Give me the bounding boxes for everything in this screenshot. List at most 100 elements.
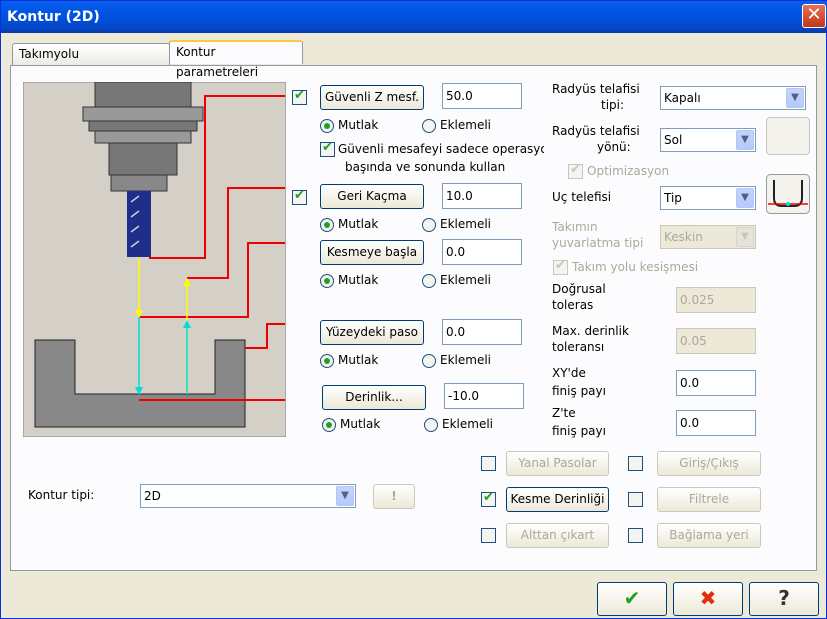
- chevron-down-icon[interactable]: ▼: [336, 486, 354, 506]
- tab-panel: Güvenli Z mesf. 50.0 Mutlak Eklemeli Güv…: [10, 65, 817, 571]
- geri-eklemeli-radio[interactable]: [422, 218, 436, 232]
- yuzey-eklemeli-radio[interactable]: [422, 354, 436, 368]
- uc-telefisi-label: Uç telefisi: [552, 190, 612, 204]
- geri-mutlak-radio[interactable]: [320, 218, 334, 232]
- kesmeye-eklemeli-radio[interactable]: [422, 274, 436, 288]
- optimizasyon-label: Optimizasyon: [587, 164, 670, 178]
- only-ops-checkbox[interactable]: [320, 140, 335, 157]
- warning-button[interactable]: !: [373, 484, 415, 509]
- yuzeydeki-paso-input[interactable]: 0.0: [442, 319, 522, 345]
- tab-kontur[interactable]: Kontur parametreleri: [169, 40, 303, 79]
- help-button[interactable]: ?: [749, 582, 819, 616]
- xy-finis-label-2: finiş payı: [552, 384, 606, 398]
- z-finis-input[interactable]: 0.0: [676, 410, 756, 436]
- derinlik-button[interactable]: Derinlik...: [322, 385, 426, 410]
- yanal-checkbox[interactable]: [481, 456, 496, 471]
- uc-telefisi-value: Tip: [664, 191, 682, 205]
- dogrusal-input[interactable]: 0.025: [676, 287, 756, 313]
- chevron-down-icon[interactable]: ▼: [786, 88, 804, 108]
- kesmeye-basla-button[interactable]: Kesmeye başla: [320, 240, 424, 265]
- radyus-tipi-label: Radyüs telafisi: [552, 82, 640, 96]
- radyus-tipi-select[interactable]: Kapalı ▼: [660, 86, 806, 110]
- optimizasyon-checkbox[interactable]: [568, 162, 583, 179]
- radyus-tipi-value: Kapalı: [664, 91, 701, 105]
- guvenli-eklemeli-radio[interactable]: [422, 119, 436, 133]
- window-title: Kontur (2D): [7, 9, 100, 25]
- chevron-down-icon[interactable]: ▼: [736, 130, 754, 150]
- filtre-checkbox[interactable]: [628, 492, 643, 507]
- uc-telefisi-select[interactable]: Tip ▼: [660, 186, 756, 210]
- xy-finis-input[interactable]: 0.0: [676, 370, 756, 396]
- kontur-tipi-select[interactable]: 2D ▼: [140, 484, 356, 508]
- z-finis-label-2: finiş payı: [552, 424, 606, 438]
- tool-tip-icon: [766, 174, 810, 214]
- giris-cikis-button[interactable]: Giriş/Çıkış: [657, 451, 761, 476]
- yuzeydeki-paso-button[interactable]: Yüzeydeki paso: [320, 320, 424, 345]
- radyus-tipi-label-2: tipi:: [601, 98, 625, 112]
- takim-yuv-value: Keskin: [664, 230, 703, 244]
- guvenli-mutlak-label: Mutlak: [338, 118, 379, 132]
- derinlik-eklemeli-label: Eklemeli: [442, 417, 493, 431]
- radyus-preview-box: [766, 117, 810, 155]
- radyus-yonu-label: Radyüs telafisi: [552, 124, 640, 138]
- contour-illustration: [23, 82, 286, 437]
- title-bar: Kontur (2D) ✕: [1, 1, 827, 33]
- alttan-checkbox[interactable]: [481, 528, 496, 543]
- geri-eklemeli-label: Eklemeli: [440, 217, 491, 231]
- derinlik-mutlak-radio[interactable]: [322, 418, 336, 432]
- z-finis-label: Z'te: [552, 406, 576, 420]
- radyus-yonu-value: Sol: [664, 133, 683, 147]
- dialog-window: Kontur (2D) ✕ Takımyolu parametreleri Ko…: [0, 0, 827, 619]
- yuzey-mutlak-label: Mutlak: [338, 353, 379, 367]
- kesmeye-mutlak-radio[interactable]: [320, 274, 334, 288]
- guvenli-mutlak-radio[interactable]: [320, 119, 334, 133]
- geri-mutlak-label: Mutlak: [338, 217, 379, 231]
- yuzey-mutlak-radio[interactable]: [320, 354, 334, 368]
- geri-checkbox[interactable]: [292, 188, 307, 205]
- geri-kacma-input[interactable]: 10.0: [442, 183, 522, 209]
- baglama-checkbox[interactable]: [628, 528, 643, 543]
- chevron-down-icon[interactable]: ▼: [736, 227, 754, 247]
- guvenli-eklemeli-label: Eklemeli: [440, 118, 491, 132]
- guvenli-z-input[interactable]: 50.0: [442, 83, 522, 109]
- yanal-pasolar-button[interactable]: Yanal Pasolar: [506, 451, 609, 476]
- kontur-tipi-label: Kontur tipi:: [28, 488, 95, 502]
- radyus-yonu-label-2: yönü:: [597, 140, 631, 154]
- baglama-yeri-button[interactable]: Bağlama yeri: [657, 523, 761, 548]
- giris-checkbox[interactable]: [628, 456, 643, 471]
- yuzey-eklemeli-label: Eklemeli: [440, 353, 491, 367]
- kesisme-checkbox[interactable]: [553, 258, 568, 275]
- kesme-derinligi-button[interactable]: Kesme Derinliği: [506, 487, 609, 512]
- radyus-yonu-select[interactable]: Sol ▼: [660, 128, 756, 152]
- ok-button[interactable]: ✔: [597, 582, 667, 616]
- guvenli-z-button[interactable]: Güvenli Z mesf.: [320, 85, 424, 110]
- guvenli-checkbox[interactable]: [292, 88, 307, 105]
- only-ops-label-2: başında ve sonunda kullan: [345, 160, 506, 174]
- close-button[interactable]: ✕: [802, 4, 826, 28]
- derinlik-mutlak-label: Mutlak: [340, 417, 381, 431]
- max-derinlik-label-2: toleransı: [552, 340, 605, 354]
- kontur-tipi-value: 2D: [144, 489, 161, 503]
- takim-yuv-label: Takımın: [552, 220, 598, 234]
- kesme-derinligi-checkbox[interactable]: [481, 490, 496, 507]
- max-derinlik-input[interactable]: 0.05: [676, 328, 756, 354]
- only-ops-label: Güvenli mesafeyi sadece operasyon: [338, 142, 544, 156]
- cancel-button[interactable]: ✖: [673, 582, 743, 616]
- kesisme-label: Takım yolu kesişmesi: [572, 260, 699, 274]
- filtrele-button[interactable]: Filtrele: [657, 487, 761, 512]
- kesmeye-eklemeli-label: Eklemeli: [440, 273, 491, 287]
- dogrusal-label: Doğrusal: [552, 282, 606, 296]
- takim-yuv-label-2: yuvarlatma tipi: [552, 236, 644, 250]
- dogrusal-label-2: toleras: [552, 298, 594, 312]
- takim-yuv-select[interactable]: Keskin ▼: [660, 225, 756, 249]
- alttan-cikart-button[interactable]: Alttan çıkart: [506, 523, 609, 548]
- xy-finis-label: XY'de: [552, 366, 586, 380]
- derinlik-eklemeli-radio[interactable]: [424, 418, 438, 432]
- derinlik-input[interactable]: -10.0: [444, 383, 524, 409]
- kesmeye-mutlak-label: Mutlak: [338, 273, 379, 287]
- kesmeye-basla-input[interactable]: 0.0: [442, 239, 522, 265]
- chevron-down-icon[interactable]: ▼: [736, 188, 754, 208]
- max-derinlik-label: Max. derinlik: [552, 324, 629, 338]
- tab-takimyolu[interactable]: Takımyolu parametreleri: [12, 43, 170, 81]
- geri-kacma-button[interactable]: Geri Kaçma: [320, 184, 424, 209]
